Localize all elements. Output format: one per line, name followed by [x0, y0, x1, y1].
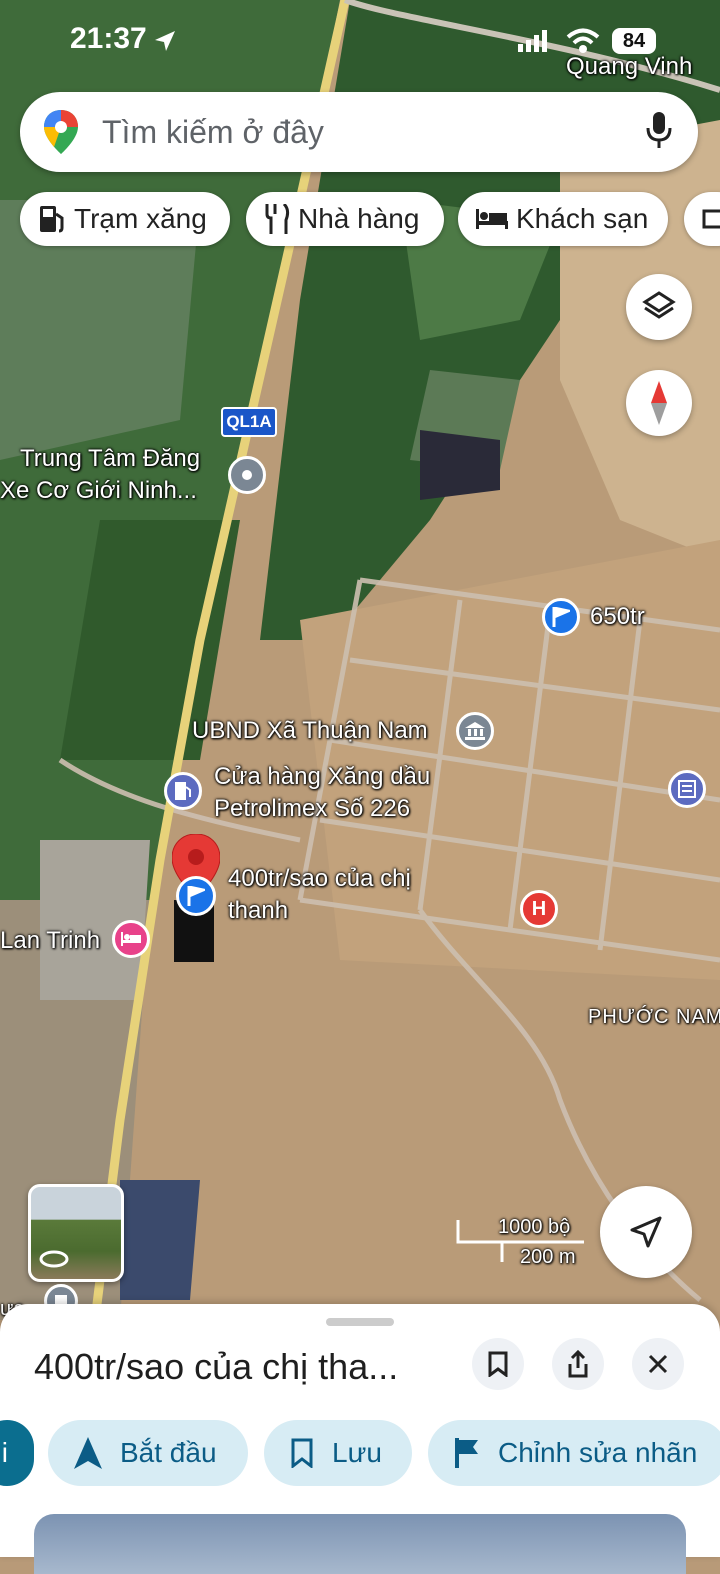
street-view-rotate-icon: [39, 1250, 69, 1268]
save-label: Lưu: [332, 1437, 382, 1468]
share-button[interactable]: [552, 1338, 604, 1390]
start-label: Bắt đầu: [120, 1437, 217, 1468]
map-label-650tr[interactable]: 650tr: [590, 602, 645, 632]
chip-restaurant[interactable]: Nhà hàng: [246, 192, 444, 246]
my-location-button[interactable]: [600, 1186, 692, 1278]
poi-marker-ubnd[interactable]: [456, 712, 494, 750]
list-icon: [678, 780, 696, 798]
map-label-trung-tam-2[interactable]: Xe Cơ Giới Ninh...: [0, 476, 197, 506]
category-chips: Trạm xăng Nhà hàng Khách sạn: [0, 192, 720, 248]
map-label-phuoc-nam[interactable]: PHƯỚC NAM: [588, 1002, 720, 1032]
layers-button[interactable]: [626, 274, 692, 340]
place-title: 400tr/sao của chị tha...: [34, 1346, 399, 1387]
poi-marker-650tr[interactable]: [542, 598, 580, 636]
poi-marker-gas-station[interactable]: [164, 772, 202, 810]
compass-button[interactable]: [626, 370, 692, 436]
chip-label: Trạm xăng: [74, 203, 207, 234]
navigate-arrow-icon: [74, 1437, 102, 1469]
place-photo-preview[interactable]: [34, 1514, 686, 1574]
close-icon: [648, 1354, 668, 1374]
cell-signal-icon: [518, 30, 547, 52]
chip-label: Nhà hàng: [298, 203, 420, 234]
map-label-trung-tam-1[interactable]: Trung Tâm Đăng: [20, 444, 200, 474]
wifi-icon: [566, 28, 600, 53]
restaurant-icon: [264, 204, 290, 234]
map-view[interactable]: 21:37 84 Quang Vinh Tìm kiếm ở đây Trạm …: [0, 0, 720, 1320]
sheet-drag-handle[interactable]: [326, 1318, 394, 1326]
shopping-icon: [702, 207, 720, 231]
flag-icon: [187, 886, 205, 906]
chip-label: Khách sạn: [516, 203, 649, 234]
map-label-ubnd[interactable]: UBND Xã Thuận Nam: [192, 716, 428, 746]
search-bar[interactable]: Tìm kiếm ở đây: [20, 92, 698, 172]
poi-marker-trung-tam[interactable]: [228, 456, 266, 494]
scale-label-m: 200 m: [520, 1246, 576, 1268]
poi-marker-services[interactable]: [668, 770, 706, 808]
search-input[interactable]: Tìm kiếm ở đây: [102, 114, 324, 151]
map-label-quang-vinh[interactable]: Quang Vinh: [566, 52, 692, 82]
layers-icon: [642, 291, 676, 319]
government-building-icon: [465, 722, 485, 740]
close-button[interactable]: [632, 1338, 684, 1390]
map-label-cua-hang-2[interactable]: Petrolimex Số 226: [214, 794, 410, 824]
road-shield-ql1a[interactable]: QL1A: [221, 407, 277, 437]
map-label-pin-1[interactable]: 400tr/sao của chị: [228, 864, 411, 894]
edit-label-button[interactable]: Chỉnh sửa nhãn: [428, 1420, 720, 1486]
flag-icon: [552, 607, 570, 627]
gas-station-icon: [175, 782, 191, 800]
edit-label-text: Chỉnh sửa nhãn: [498, 1437, 698, 1468]
start-button[interactable]: Bắt đầu: [48, 1420, 248, 1486]
place-bottom-sheet[interactable]: 400tr/sao của chị tha... i Bắt đầu Lưu C…: [0, 1304, 720, 1574]
chip-hotel[interactable]: Khách sạn: [458, 192, 668, 246]
street-view-thumbnail[interactable]: [28, 1184, 124, 1282]
poi-marker-hotel[interactable]: [112, 920, 150, 958]
status-time: 21:37: [70, 22, 147, 55]
map-label-cua-hang-1[interactable]: Cửa hàng Xăng dầu: [214, 762, 430, 792]
hospital-icon: H: [531, 897, 547, 920]
map-scale: 1000 bộ 200 m: [456, 1216, 586, 1268]
gas-station-icon: [38, 204, 66, 234]
chip-more[interactable]: [684, 192, 720, 246]
google-maps-logo-icon: [44, 110, 78, 154]
save-button[interactable]: Lưu: [264, 1420, 412, 1486]
map-label-pin-2[interactable]: thanh: [228, 896, 288, 926]
directions-button[interactable]: i: [0, 1420, 34, 1486]
location-dot-icon: [242, 470, 252, 480]
flag-icon: [454, 1438, 480, 1468]
save-icon-button[interactable]: [472, 1338, 524, 1390]
poi-marker-selected-flag[interactable]: [176, 876, 216, 916]
microphone-icon[interactable]: [646, 112, 672, 150]
poi-marker-hospital[interactable]: H: [520, 890, 558, 928]
hotel-icon: [476, 207, 508, 231]
bookmark-icon: [488, 1351, 508, 1377]
map-label-lan-trinh[interactable]: Lan Trinh: [0, 926, 100, 956]
hotel-icon: [121, 932, 141, 946]
compass-icon: [651, 381, 667, 425]
scale-label-ft: 1000 bộ: [498, 1216, 571, 1238]
directions-button-label: i: [1, 1437, 8, 1468]
bookmark-icon: [290, 1438, 314, 1468]
battery-indicator: 84: [612, 28, 656, 54]
share-icon: [568, 1350, 588, 1378]
location-arrow-icon: [155, 31, 175, 51]
navigation-arrow-icon: [630, 1216, 662, 1248]
chip-gas-station[interactable]: Trạm xăng: [20, 192, 230, 246]
